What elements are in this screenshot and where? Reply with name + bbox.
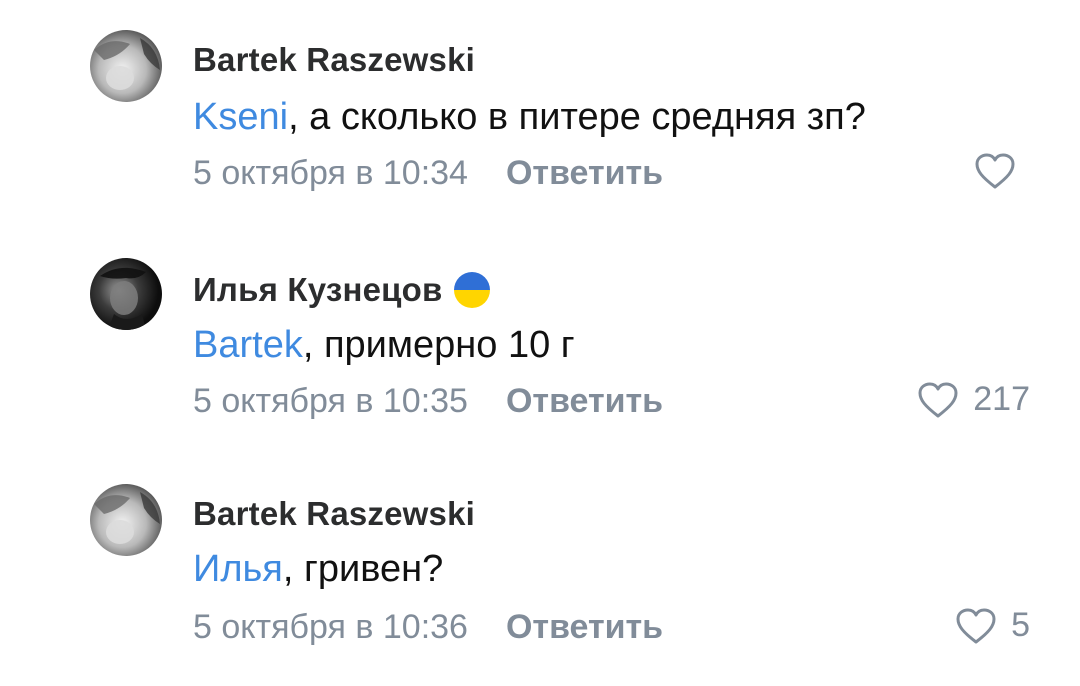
- reply-button[interactable]: Ответить: [506, 382, 663, 421]
- reply-button[interactable]: Ответить: [506, 608, 663, 647]
- comment-date[interactable]: 5 октября в 10:36: [193, 608, 468, 647]
- avatar[interactable]: [90, 484, 162, 556]
- comment-text: Kseni, а сколько в питере средняя зп?: [193, 96, 866, 139]
- like-button[interactable]: 5: [955, 606, 1030, 645]
- heart-outline-icon: [955, 607, 997, 645]
- comment-date[interactable]: 5 октября в 10:35: [193, 382, 468, 421]
- comment-text: Илья, гривен?: [193, 548, 443, 591]
- mention-link[interactable]: Илья: [193, 548, 283, 590]
- avatar[interactable]: [90, 258, 162, 330]
- comments-thread: Bartek Raszewski Kseni, а сколько в пите…: [0, 0, 1080, 686]
- comment-body: , а сколько в питере средняя зп?: [288, 96, 866, 138]
- author-name[interactable]: Bartek Raszewski: [193, 41, 475, 79]
- heart-outline-icon: [917, 381, 959, 419]
- mention-link[interactable]: Bartek: [193, 324, 303, 366]
- comment-date[interactable]: 5 октября в 10:34: [193, 154, 468, 193]
- like-count: 217: [973, 380, 1030, 418]
- comment-text: Bartek, примерно 10 г: [193, 324, 575, 367]
- heart-outline-icon: [974, 152, 1016, 190]
- author-name[interactable]: Илья Кузнецов: [193, 271, 442, 309]
- mention-link[interactable]: Kseni: [193, 96, 288, 138]
- avatar[interactable]: [90, 30, 162, 102]
- reply-button[interactable]: Ответить: [506, 154, 663, 193]
- comment-body: , гривен?: [282, 548, 444, 590]
- author-name[interactable]: Bartek Raszewski: [193, 495, 475, 533]
- like-button[interactable]: 217: [917, 380, 1030, 419]
- ukraine-flag-icon: [452, 270, 492, 310]
- comment-body: , примерно 10 г: [302, 324, 575, 366]
- like-button[interactable]: [974, 152, 1030, 190]
- like-count: 5: [1011, 606, 1030, 644]
